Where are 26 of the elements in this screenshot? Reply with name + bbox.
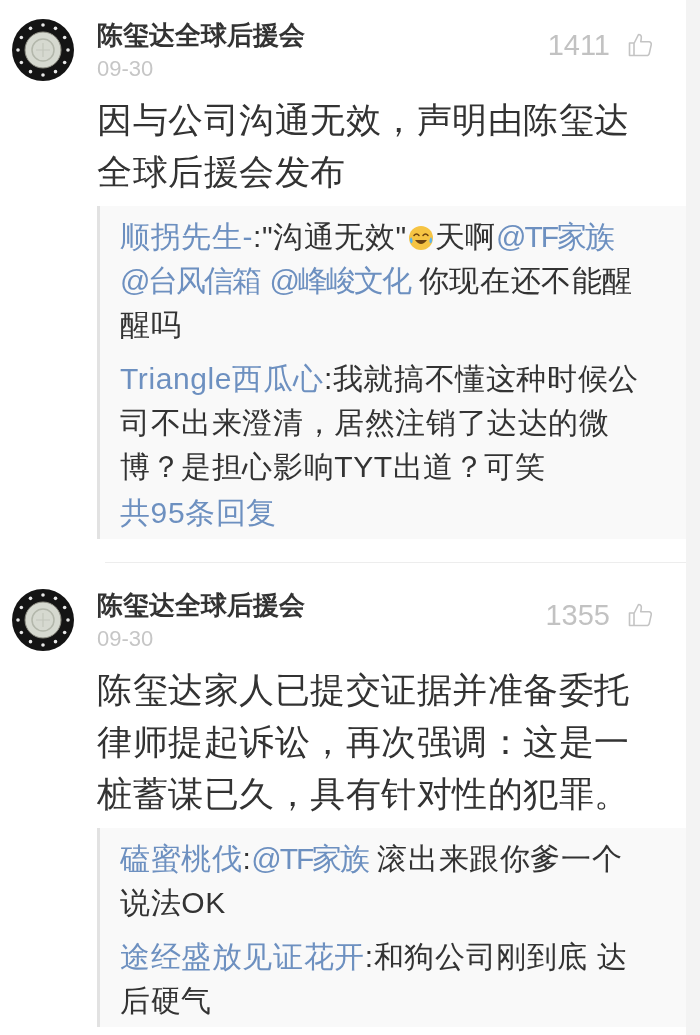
avatar-icon[interactable] <box>12 19 74 81</box>
reply-author-link[interactable]: 磕蜜桃伐 <box>120 842 243 875</box>
author-name-link[interactable]: 陈玺达全球后援会 <box>97 589 305 621</box>
laughing-face-icon <box>407 225 434 251</box>
comment-date: 09-30 <box>97 56 154 82</box>
more-replies-link[interactable]: 共95条回复 <box>120 491 277 535</box>
like-button[interactable]: 1411 <box>547 29 653 61</box>
reply-author-link[interactable]: Triangle西瓜心 <box>120 362 324 395</box>
comment-text: 因与公司沟通无效，声明由陈玺达全球后援会发布 <box>97 99 631 193</box>
reply-text: 磕蜜桃伐:@TF家族 滚出来跟你爹一个说法OK <box>120 841 624 921</box>
mention-link[interactable]: @峰峻文化 <box>269 264 410 297</box>
comment-text: 陈玺达家人已提交证据并准备委托律师提起诉讼，再次强调：这是一桩蓄谋已久，具有针对性的犯罪。 <box>97 669 631 815</box>
thumbs-up-icon <box>628 603 653 627</box>
reply-text: Triangle西瓜心:我就搞不懂这种时候公司不出来澄清，居然注销了达达的微博？是担心影响TYT出道？可笑 <box>120 361 640 485</box>
avatar-icon[interactable] <box>12 589 74 651</box>
like-button[interactable]: 1355 <box>545 599 653 631</box>
mention-link[interactable]: @TF家族 <box>251 842 369 875</box>
author-name-link[interactable]: 陈玺达全球后援会 <box>97 19 305 51</box>
reply-author-link[interactable]: 顺拐先生- <box>120 220 253 253</box>
mention-link[interactable]: @台风信箱 <box>120 264 261 297</box>
reply-text: 途经盛放见证花开:和狗公司刚到底 达后硬气 <box>120 939 629 1019</box>
thumbs-up-icon <box>628 33 653 57</box>
reply-author-link[interactable]: 途经盛放见证花开 <box>120 940 365 973</box>
reply-text: 顺拐先生-:"沟通无效" 天啊@TF家族 @台风信箱 @峰峻文化 你现在还不能醒醒吗 <box>120 219 634 343</box>
comment-date: 09-30 <box>97 626 154 652</box>
mention-link[interactable]: @TF家族 <box>496 220 614 253</box>
